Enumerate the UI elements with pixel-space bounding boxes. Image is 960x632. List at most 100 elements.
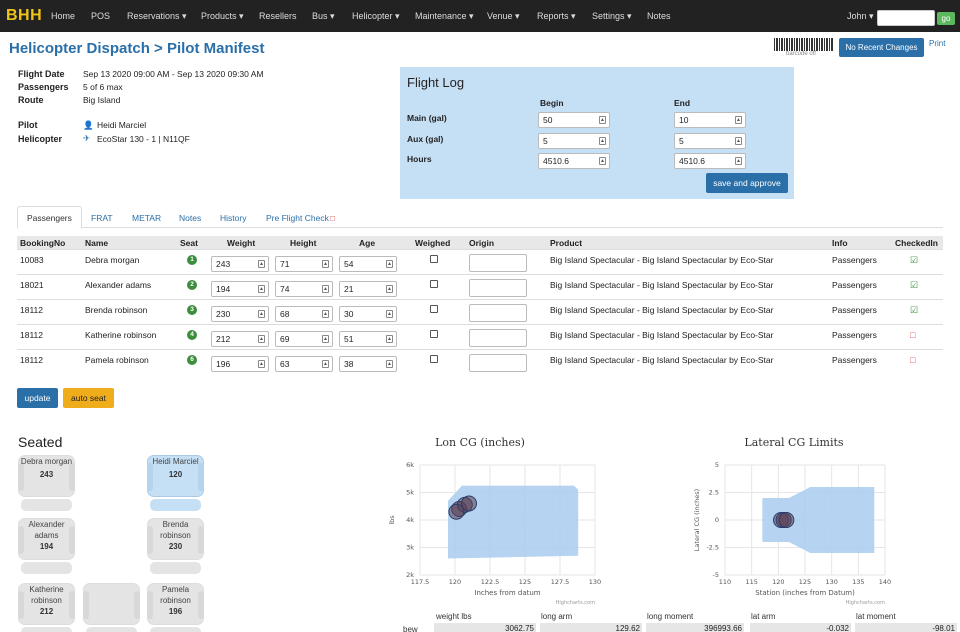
update-button[interactable]: update (17, 388, 58, 408)
spinner-icon[interactable]: ▲ (258, 335, 265, 343)
nav-settings[interactable]: Settings ▾ (592, 11, 632, 22)
not-checked-in-icon[interactable]: □ (910, 330, 915, 340)
seat-passenger-weight: 243 (39, 470, 54, 479)
checked-in-icon[interactable]: ☑ (910, 255, 918, 266)
spinner-icon[interactable]: ▲ (322, 335, 329, 343)
tab-preflight-check[interactable]: Pre Flight Check (266, 213, 329, 223)
spinner-icon[interactable]: ▲ (258, 285, 265, 293)
hours-end-input[interactable]: 4510.6 ▲ (674, 153, 746, 169)
booking-no[interactable]: 18021 (20, 280, 44, 290)
weighed-checkbox[interactable] (430, 280, 438, 288)
nav-home[interactable]: Home (51, 11, 75, 21)
spinner-icon[interactable]: ▲ (386, 335, 393, 343)
save-approve-button[interactable]: save and approve (706, 173, 788, 193)
booking-no[interactable]: 10083 (20, 255, 44, 265)
tab-passengers[interactable]: Passengers (27, 213, 72, 223)
weighed-checkbox[interactable] (430, 355, 438, 363)
not-checked-in-icon[interactable]: □ (910, 355, 915, 365)
table-header: BookingNo Name Seat Weight Height Age We… (17, 236, 943, 249)
go-button[interactable]: go (937, 12, 955, 25)
seat-occupied[interactable]: Heidi Marciel 120 (147, 455, 204, 515)
seat-occupied[interactable]: Debra morgan 243 (18, 455, 75, 515)
seat-occupied[interactable]: Brenda robinson 230 (147, 518, 204, 578)
aux-begin-input[interactable]: 5 ▲ (538, 133, 610, 149)
seat-occupied[interactable]: Alexander adams 194 (18, 518, 75, 578)
brand-logo[interactable]: BHH (6, 7, 42, 25)
booking-no[interactable]: 18112 (20, 330, 43, 340)
height-input[interactable]: 69 ▲ (275, 331, 333, 347)
main-begin-input[interactable]: 50 ▲ (538, 112, 610, 128)
nav-search-input[interactable] (877, 10, 935, 26)
spinner-icon[interactable]: ▲ (258, 260, 265, 268)
tab-notes[interactable]: Notes (179, 213, 201, 223)
weight-input[interactable]: 243 ▲ (211, 256, 269, 272)
nav-products[interactable]: Products ▾ (201, 11, 244, 22)
age-input[interactable]: 21 ▲ (339, 281, 397, 297)
origin-input[interactable] (469, 354, 527, 372)
recent-changes-button[interactable]: No Recent Changes (839, 38, 924, 57)
spinner-icon[interactable]: ▲ (322, 260, 329, 268)
spinner-icon[interactable]: ▲ (322, 360, 329, 368)
weight-input[interactable]: 212 ▲ (211, 331, 269, 347)
nav-venue[interactable]: Venue ▾ (487, 11, 520, 22)
height-input[interactable]: 74 ▲ (275, 281, 333, 297)
weighed-checkbox[interactable] (430, 330, 438, 338)
seat-occupied[interactable]: Pamela robinson 196 (147, 583, 204, 632)
spinner-icon[interactable]: ▲ (258, 360, 265, 368)
spinner-icon[interactable]: ▲ (386, 360, 393, 368)
weighed-checkbox[interactable] (430, 305, 438, 313)
main-end-input[interactable]: 10 ▲ (674, 112, 746, 128)
nav-pos[interactable]: POS (91, 11, 110, 21)
nav-helicopter[interactable]: Helicopter ▾ (352, 11, 400, 22)
spinner-icon[interactable]: ▲ (258, 310, 265, 318)
user-menu[interactable]: John ▾ (847, 11, 874, 22)
barcode-toggle[interactable] (774, 38, 834, 51)
height-input[interactable]: 63 ▲ (275, 356, 333, 372)
weighed-checkbox[interactable] (430, 255, 438, 263)
spinner-icon[interactable]: ▲ (599, 157, 606, 165)
age-input[interactable]: 54 ▲ (339, 256, 397, 272)
age-input[interactable]: 38 ▲ (339, 356, 397, 372)
tab-frat[interactable]: FRAT (91, 213, 113, 223)
age-input[interactable]: 30 ▲ (339, 306, 397, 322)
spinner-icon[interactable]: ▲ (735, 137, 742, 145)
height-input[interactable]: 71 ▲ (275, 256, 333, 272)
weight-input[interactable]: 230 ▲ (211, 306, 269, 322)
weight-input[interactable]: 194 ▲ (211, 281, 269, 297)
origin-input[interactable] (469, 304, 527, 322)
spinner-icon[interactable]: ▲ (322, 310, 329, 318)
x-tick-label: 127.5 (551, 578, 570, 586)
weight-input[interactable]: 196 ▲ (211, 356, 269, 372)
checked-in-icon[interactable]: ☑ (910, 280, 918, 291)
spinner-icon[interactable]: ▲ (386, 285, 393, 293)
nav-resellers[interactable]: Resellers (259, 11, 297, 21)
nav-reservations[interactable]: Reservations ▾ (127, 11, 187, 22)
origin-input[interactable] (469, 279, 527, 297)
nav-bus[interactable]: Bus ▾ (312, 11, 335, 22)
spinner-icon[interactable]: ▲ (322, 285, 329, 293)
age-input[interactable]: 51 ▲ (339, 331, 397, 347)
aux-end-input[interactable]: 5 ▲ (674, 133, 746, 149)
checked-in-icon[interactable]: ☑ (910, 305, 918, 316)
spinner-icon[interactable]: ▲ (386, 260, 393, 268)
seat-occupied[interactable]: Katherine robinson 212 (18, 583, 75, 632)
origin-input[interactable] (469, 254, 527, 272)
nav-reports[interactable]: Reports ▾ (537, 11, 576, 22)
origin-input[interactable] (469, 329, 527, 347)
spinner-icon[interactable]: ▲ (735, 157, 742, 165)
booking-no[interactable]: 18112 (20, 305, 43, 315)
seat-empty[interactable] (83, 583, 140, 632)
tab-metar[interactable]: METAR (132, 213, 161, 223)
spinner-icon[interactable]: ▲ (599, 116, 606, 124)
auto-seat-button[interactable]: auto seat (63, 388, 114, 408)
nav-maintenance[interactable]: Maintenance ▾ (415, 11, 474, 22)
print-link[interactable]: Print (929, 39, 945, 48)
hours-begin-input[interactable]: 4510.6 ▲ (538, 153, 610, 169)
nav-notes[interactable]: Notes (647, 11, 671, 21)
spinner-icon[interactable]: ▲ (599, 137, 606, 145)
booking-no[interactable]: 18112 (20, 355, 43, 365)
tab-history[interactable]: History (220, 213, 246, 223)
spinner-icon[interactable]: ▲ (735, 116, 742, 124)
spinner-icon[interactable]: ▲ (386, 310, 393, 318)
height-input[interactable]: 68 ▲ (275, 306, 333, 322)
